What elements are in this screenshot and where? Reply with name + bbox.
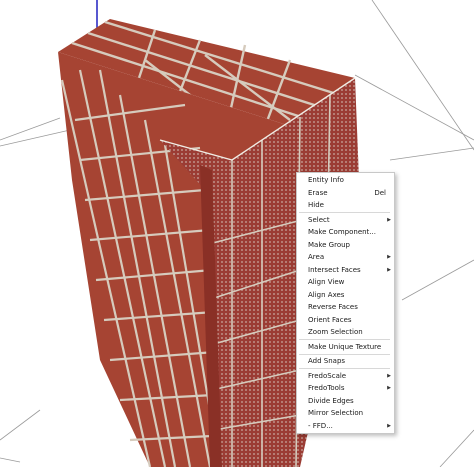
menu-item-fredotools[interactable]: FredoTools ▶ bbox=[297, 382, 394, 395]
menu-item-label: Divide Edges bbox=[308, 396, 354, 405]
menu-item-entity-info[interactable]: Entity Info bbox=[297, 174, 394, 187]
menu-item-make-unique-texture[interactable]: Make Unique Texture bbox=[297, 341, 394, 354]
menu-item-label: Zoom Selection bbox=[308, 328, 363, 336]
menu-item-label: Entity Info bbox=[308, 176, 344, 184]
menu-item-orient-faces[interactable]: Orient Faces bbox=[297, 314, 394, 327]
submenu-arrow-icon: ▶ bbox=[387, 372, 391, 379]
menu-item-label: Intersect Faces bbox=[308, 265, 361, 274]
submenu-arrow-icon: ▶ bbox=[387, 266, 391, 273]
context-menu: Entity Info Erase Del Hide Select ▶ Make Compo… bbox=[296, 172, 395, 434]
menu-item-erase[interactable]: Erase Del bbox=[297, 187, 394, 200]
menu-item-label: Hide bbox=[308, 201, 324, 209]
menu-item-reverse-faces[interactable]: Reverse Faces bbox=[297, 301, 394, 314]
menu-item-ffd[interactable]: - FFD... ▶ bbox=[297, 420, 394, 433]
menu-item-add-snaps[interactable]: Add Snaps bbox=[297, 355, 394, 368]
menu-item-label: Reverse Faces bbox=[308, 303, 358, 311]
menu-item-label: Align View bbox=[308, 278, 345, 286]
menu-item-shortcut: Del bbox=[374, 188, 386, 197]
menu-item-zoom-selection[interactable]: Zoom Selection bbox=[297, 326, 394, 339]
menu-item-label: Area bbox=[308, 253, 325, 261]
submenu-arrow-icon: ▶ bbox=[387, 254, 391, 260]
menu-item-label: Erase bbox=[308, 188, 328, 197]
menu-item-label: Select bbox=[308, 215, 330, 224]
submenu-arrow-icon: ▶ bbox=[387, 385, 391, 391]
menu-item-label: Add Snaps bbox=[308, 357, 346, 365]
menu-item-intersect-faces[interactable]: Intersect Faces ▶ bbox=[297, 264, 394, 277]
menu-item-mirror-selection[interactable]: Mirror Selection bbox=[297, 407, 394, 420]
menu-item-align-view[interactable]: Align View bbox=[297, 276, 394, 289]
menu-item-label: FredoScale bbox=[308, 371, 347, 380]
submenu-arrow-icon: ▶ bbox=[387, 216, 391, 223]
menu-item-label: FredoTools bbox=[308, 384, 345, 392]
menu-item-label: Make Unique Texture bbox=[308, 342, 382, 351]
menu-item-label: - FFD... bbox=[308, 421, 333, 430]
menu-item-select[interactable]: Select ▶ bbox=[297, 214, 394, 227]
menu-item-fredoscale[interactable]: FredoScale ▶ bbox=[297, 370, 394, 383]
menu-item-make-component[interactable]: Make Component... bbox=[297, 226, 394, 239]
menu-item-divide-edges[interactable]: Divide Edges bbox=[297, 395, 394, 408]
submenu-arrow-icon: ▶ bbox=[387, 422, 391, 429]
menu-item-area[interactable]: Area ▶ bbox=[297, 251, 394, 264]
menu-item-label: Make Component... bbox=[308, 228, 376, 236]
menu-item-hide[interactable]: Hide bbox=[297, 199, 394, 212]
menu-item-align-axes[interactable]: Align Axes bbox=[297, 289, 394, 302]
menu-item-make-group[interactable]: Make Group bbox=[297, 239, 394, 252]
menu-item-label: Align Axes bbox=[308, 290, 345, 299]
modeling-viewport[interactable] bbox=[0, 0, 474, 467]
menu-item-label: Make Group bbox=[308, 240, 350, 249]
menu-item-label: Mirror Selection bbox=[308, 409, 364, 417]
menu-item-label: Orient Faces bbox=[308, 315, 352, 324]
